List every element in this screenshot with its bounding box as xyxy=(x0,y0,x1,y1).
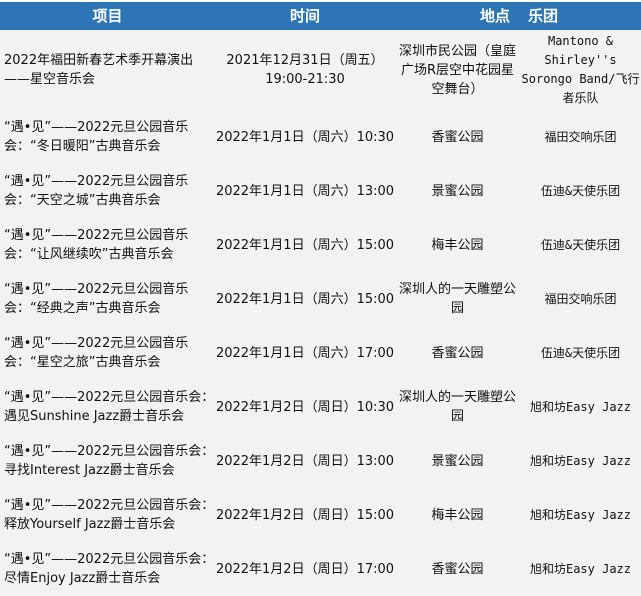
header-venue: 地点 xyxy=(479,6,510,25)
table-row: “遇•见”——2022元旦公园音乐会：遇见Sunshine Jazz爵士音乐会 2… xyxy=(0,380,641,434)
cell-band: 旭和坊Easy Jazz xyxy=(529,453,632,468)
cell-venue: 梅丰公园 xyxy=(431,507,484,523)
table-body: 2022年福田新春艺术季开幕演出——星空音乐会 2021年12月31日（周五）19… xyxy=(0,30,641,596)
cell-project: “遇•见”——2022元旦公园音乐会：寻找Interest Jazz爵士音乐会 xyxy=(4,444,215,478)
cell-project: “遇•见”——2022元旦公园音乐会：尽情Enjoy Jazz爵士音乐会 xyxy=(4,552,215,586)
cell-venue: 梅丰公园 xyxy=(431,237,484,253)
cell-time: 2022年1月2日（周日）15:00 xyxy=(215,507,395,523)
header-band: 乐团 xyxy=(528,6,559,25)
table-row: “遇•见”——2022元旦公园音乐会：“让风继续吹”古典音乐会 2022年1月1日… xyxy=(0,218,641,272)
cell-time: 2022年1月1日（周六）15:00 xyxy=(215,291,395,307)
cell-venue: 香蜜公园 xyxy=(431,561,484,577)
cell-time: 2022年1月2日（周日）17:00 xyxy=(215,561,395,577)
cell-band: 伍迪&天使乐团 xyxy=(540,183,621,198)
cell-band: Mantono & Shirley''s Sorongo Band/飞行者乐队 xyxy=(521,34,640,105)
cell-project: “遇•见”——2022元旦公园音乐会：“星空之旅”古典音乐会 xyxy=(4,336,189,370)
cell-time: 2022年1月1日（周六）13:00 xyxy=(215,183,395,199)
cell-project: “遇•见”——2022元旦公园音乐会：遇见Sunshine Jazz爵士音乐会 xyxy=(4,390,215,424)
cell-venue: 景蜜公园 xyxy=(431,453,484,469)
cell-venue: 深圳人的一天雕塑公园 xyxy=(398,282,516,316)
cell-venue: 香蜜公园 xyxy=(431,345,484,361)
table-row: “遇•见”——2022元旦公园音乐会：尽情Enjoy Jazz爵士音乐会 2022… xyxy=(0,542,641,596)
table-row: 2022年福田新春艺术季开幕演出——星空音乐会 2021年12月31日（周五）19… xyxy=(0,30,641,110)
table-row: “遇•见”——2022元旦公园音乐会：释放Yourself Jazz爵士音乐会 2… xyxy=(0,488,641,542)
table-row: “遇•见”——2022元旦公园音乐会：寻找Interest Jazz爵士音乐会 2… xyxy=(0,434,641,488)
cell-time: 2021年12月31日（周五）19:00-21:30 xyxy=(226,53,384,87)
cell-project: 2022年福田新春艺术季开幕演出——星空音乐会 xyxy=(4,53,194,87)
cell-band: 福田交响乐团 xyxy=(544,291,617,306)
cell-project: “遇•见”——2022元旦公园音乐会：释放Yourself Jazz爵士音乐会 xyxy=(4,498,215,532)
cell-project: “遇•见”——2022元旦公园音乐会：“经典之声”古典音乐会 xyxy=(4,282,189,316)
cell-time: 2022年1月1日（周六）10:30 xyxy=(215,129,395,145)
table-row: “遇•见”——2022元旦公园音乐会：“经典之声”古典音乐会 2022年1月1日（… xyxy=(0,272,641,326)
header-project: 项目 xyxy=(92,6,123,25)
cell-time: 2022年1月2日（周日）10:30 xyxy=(215,399,395,415)
table-row: “遇•见”——2022元旦公园音乐会：“天空之城”古典音乐会 2022年1月1日（… xyxy=(0,164,641,218)
cell-project: “遇•见”——2022元旦公园音乐会：“让风继续吹”古典音乐会 xyxy=(4,228,189,262)
cell-band: 伍迪&天使乐团 xyxy=(540,345,621,360)
cell-venue: 深圳市民公园（皇庭广场R层空中花园星空舞台） xyxy=(398,43,516,97)
cell-venue: 香蜜公园 xyxy=(431,129,484,145)
cell-band: 旭和坊Easy Jazz xyxy=(529,561,632,576)
cell-band: 福田交响乐团 xyxy=(544,129,617,144)
cell-time: 2022年1月1日（周六）17:00 xyxy=(215,345,395,361)
cell-time: 2022年1月2日（周日）13:00 xyxy=(215,453,395,469)
cell-band: 伍迪&天使乐团 xyxy=(540,237,621,252)
cell-venue: 深圳人的一天雕塑公园 xyxy=(398,390,516,424)
table-row: “遇•见”——2022元旦公园音乐会：“冬日暖阳”古典音乐会 2022年1月1日（… xyxy=(0,110,641,164)
cell-band: 旭和坊Easy Jazz xyxy=(529,507,632,522)
cell-band: 旭和坊Easy Jazz xyxy=(529,399,632,414)
cell-venue: 景蜜公园 xyxy=(431,183,484,199)
header-time: 时间 xyxy=(289,6,320,25)
cell-project: “遇•见”——2022元旦公园音乐会：“天空之城”古典音乐会 xyxy=(4,174,189,208)
cell-project: “遇•见”——2022元旦公园音乐会：“冬日暖阳”古典音乐会 xyxy=(4,120,189,154)
table-header: 项目 时间 地点 乐团 xyxy=(0,0,641,30)
table-row: “遇•见”——2022元旦公园音乐会：“星空之旅”古典音乐会 2022年1月1日（… xyxy=(0,326,641,380)
cell-time: 2022年1月1日（周六）15:00 xyxy=(215,237,395,253)
